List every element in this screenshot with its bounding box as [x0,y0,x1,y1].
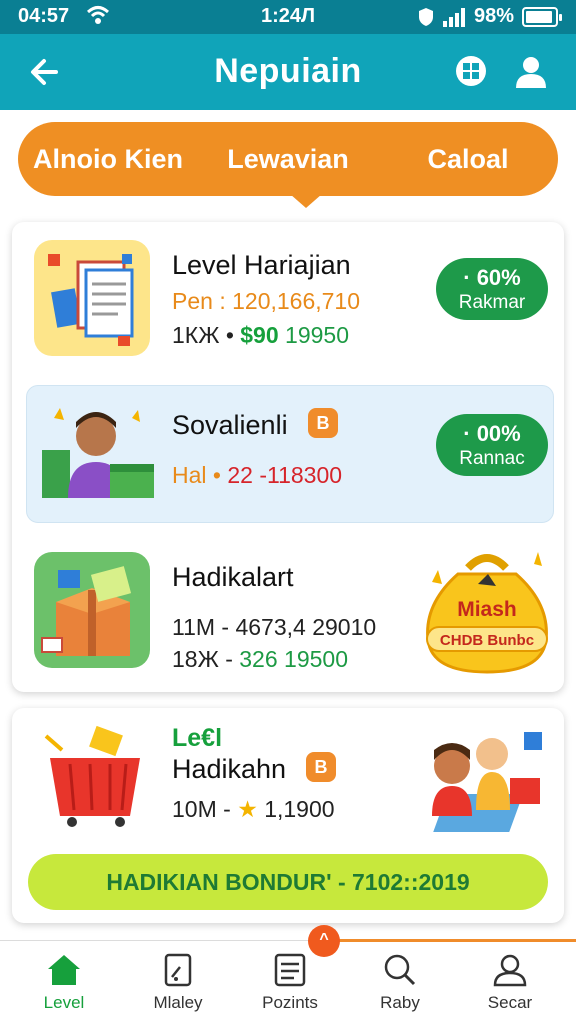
promo-bag[interactable]: Miash CHDB Bunbc [418,544,556,678]
nav-item-mlaley[interactable]: Mlaley [128,953,228,1013]
user-icon[interactable] [512,52,550,90]
bonus-banner[interactable]: HADIKIAN BONDUR' - 7102::2019 [28,854,548,910]
item-title: Sovalienli [172,410,288,440]
item-title: Hadikalart [172,562,294,592]
nav-item-raby[interactable]: Raby [350,953,450,1013]
item-line1: Pen : 120,166,710 [172,288,361,314]
tab-alnoio-kien[interactable]: Alnoio Kien [18,144,198,175]
shield-icon [418,7,433,26]
list-icon [274,953,306,987]
grid-icon[interactable] [454,54,488,88]
app-bar: Nepuiain [0,34,576,110]
item-tag: B [308,408,338,438]
item-line1: Hal • 22 -118300 [172,462,343,488]
search-icon [384,954,416,986]
item-line2: 1КЖ • $90 19950 [172,322,349,348]
bag-label: CHDB Bunbc [426,626,548,652]
nav-item-level[interactable]: Level [14,953,114,1013]
basket-icon [44,725,140,827]
status-bar: 04:57 1:24Л 98% [0,0,576,34]
tab-caloal[interactable]: Caloal [378,144,558,175]
item-tag: B [306,752,336,782]
page-title: Nepuiain [214,52,362,90]
category-tabs: Alnoio Kien Lewavian Caloal [18,122,558,208]
item-thumbnail-basket[interactable] [36,724,156,828]
nav-item-pozints[interactable]: Pozints [240,953,340,1013]
battery-percent: 98% [473,5,514,27]
item-line2: 18Ж - 326 19500 [172,646,348,672]
item-thumbnail-person[interactable] [34,398,154,514]
item-thumbnail-box[interactable] [34,552,150,668]
nav-accent-line [328,939,576,942]
bottom-nav: ^ Level Mlaley Pozints Raby Secar [0,925,576,1024]
discount-badge[interactable]: · 00% Rannac [436,414,548,476]
star-icon: ★ [237,796,258,822]
signal-icon [442,7,465,27]
bag-title: Miash [457,598,517,621]
item-subtitle: Le€l [172,724,223,752]
home-icon [48,955,80,985]
item-title: Hadikahn [172,754,287,784]
item-thumbnail-documents[interactable] [34,240,150,356]
person-with-box-icon [42,408,154,498]
item-line1: 10M - ★ 1,1900 [172,796,335,822]
gift-box-icon [41,566,132,656]
documents-icon [48,254,134,346]
item-title: Level Hariajian [172,250,351,280]
item-line1: 11M - 4673,4 29010 [172,614,377,640]
kids-illustration [414,720,554,838]
tab-lewavian[interactable]: Lewavian [198,144,378,175]
children-reading-icon [432,732,542,832]
battery-icon [522,6,562,27]
active-tab-pointer [290,194,322,208]
profile-icon [493,954,527,987]
nav-item-secar[interactable]: Secar [460,953,560,1013]
discount-badge[interactable]: · 60% Rakmar [436,258,548,320]
document-icon [164,953,192,987]
